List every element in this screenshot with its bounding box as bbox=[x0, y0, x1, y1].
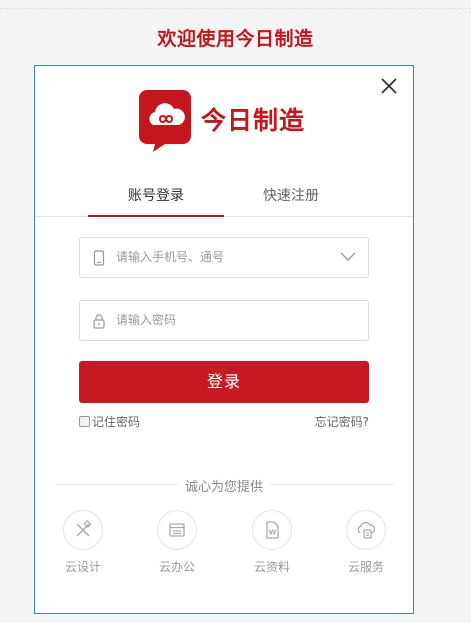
design-icon bbox=[76, 520, 92, 537]
password-placeholder: 请输入密码 bbox=[116, 313, 177, 327]
forgot-password-link[interactable]: 忘记密码? bbox=[315, 413, 369, 430]
service-label: 云服务 bbox=[347, 560, 384, 574]
password-input[interactable]: 请输入密码 bbox=[79, 300, 369, 341]
welcome-title: 欢迎使用今日制造 bbox=[157, 28, 314, 50]
login-tabs: 账号登录 快速注册 bbox=[35, 185, 413, 217]
login-dialog: 今日制造 账号登录 快速注册 请输入手机号、通号 请输入密码 登录 记住密码 忘… bbox=[34, 65, 414, 614]
top-divider bbox=[0, 8, 471, 9]
service-icon bbox=[357, 521, 376, 539]
service-design[interactable]: 云设计 bbox=[53, 510, 113, 575]
office-icon bbox=[169, 523, 185, 537]
phone-icon bbox=[93, 250, 105, 266]
document-icon: W bbox=[266, 521, 279, 539]
service-office[interactable]: 云办公 bbox=[147, 510, 207, 575]
service-document[interactable]: W 云资料 bbox=[242, 510, 302, 575]
phone-input[interactable]: 请输入手机号、通号 bbox=[79, 237, 369, 278]
remember-password[interactable]: 记住密码 bbox=[79, 413, 140, 430]
service-label: 云资料 bbox=[253, 560, 290, 574]
cloud-logo-icon bbox=[139, 90, 191, 152]
tab-account-login[interactable]: 账号登录 bbox=[88, 185, 224, 217]
service-support[interactable]: 云服务 bbox=[336, 510, 396, 575]
lock-icon bbox=[93, 314, 105, 329]
login-button[interactable]: 登录 bbox=[79, 361, 369, 403]
service-label: 云办公 bbox=[158, 560, 195, 574]
brand-logo: 今日制造 bbox=[139, 90, 305, 152]
remember-label: 记住密码 bbox=[92, 415, 141, 429]
chevron-down-icon[interactable] bbox=[340, 252, 356, 262]
services-row: 云设计 云办公 W 云资料 云服务 bbox=[35, 510, 413, 580]
remember-checkbox[interactable] bbox=[79, 416, 90, 427]
service-label: 云设计 bbox=[64, 560, 101, 574]
close-icon[interactable] bbox=[379, 76, 399, 96]
tab-quick-register[interactable]: 快速注册 bbox=[223, 185, 359, 217]
svg-text:W: W bbox=[269, 529, 277, 537]
services-heading: 诚心为您提供 bbox=[178, 480, 269, 495]
brand-name: 今日制造 bbox=[201, 106, 306, 135]
phone-placeholder: 请输入手机号、通号 bbox=[116, 250, 225, 264]
